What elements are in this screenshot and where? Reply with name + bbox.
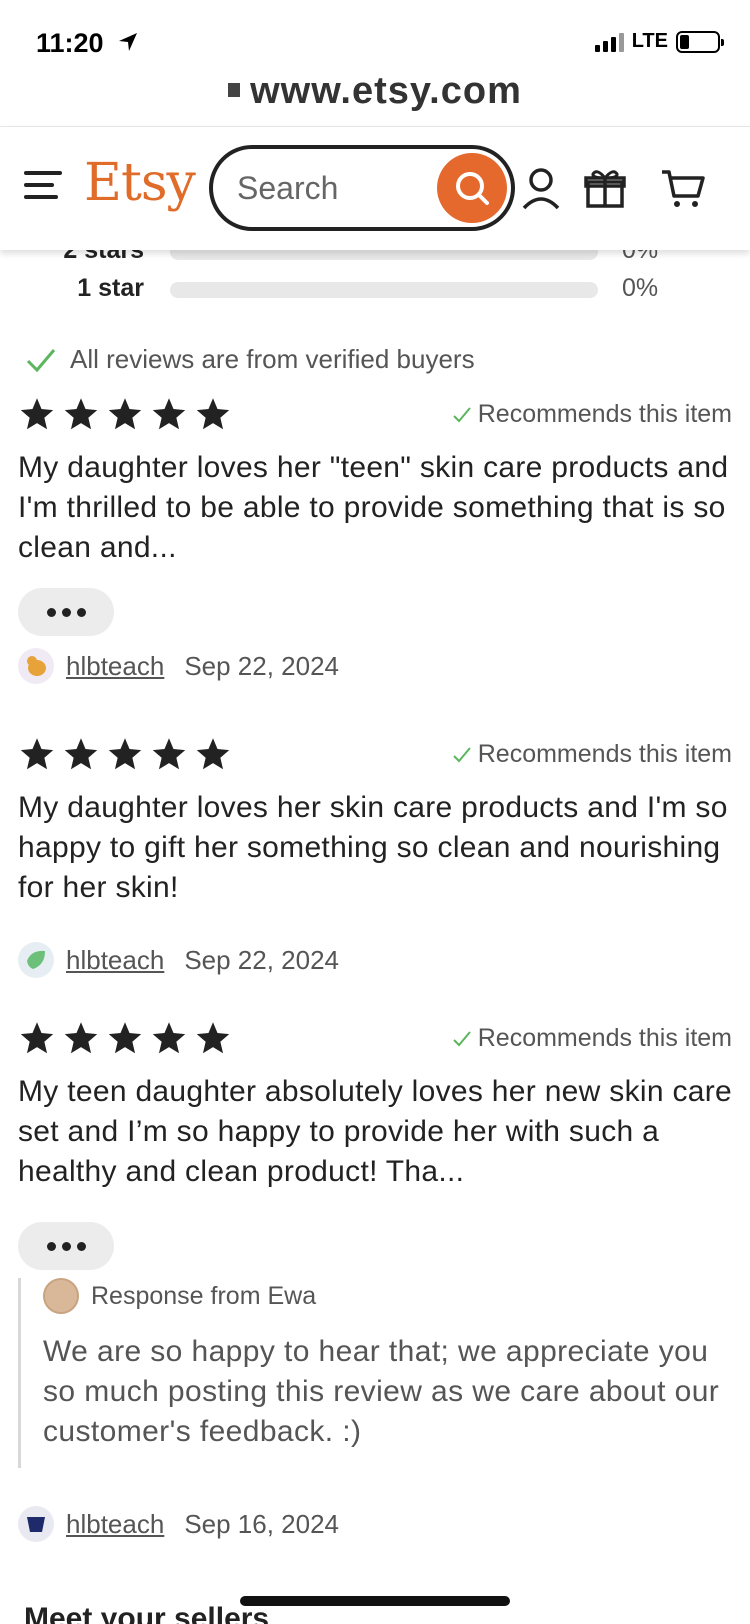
- green-leaf-avatar-icon: [18, 942, 54, 978]
- star-icon: [20, 398, 54, 430]
- section-heading: Meet your sellers: [24, 1602, 270, 1624]
- star-icon: [20, 738, 54, 770]
- home-indicator[interactable]: [240, 1596, 510, 1606]
- recommends-badge: Recommends this item: [452, 1024, 732, 1053]
- time-text: 11:20: [36, 28, 104, 58]
- rating-percent: 0%: [622, 274, 659, 302]
- url-text: www.etsy.com: [228, 70, 522, 112]
- review-date: Sep 22, 2024: [184, 944, 340, 975]
- checkmark-icon: [453, 1030, 471, 1046]
- recommends-text: Recommends this item: [477, 1024, 732, 1052]
- yellow-bird-avatar-icon: [18, 648, 54, 684]
- search-icon: [456, 172, 489, 205]
- verified-text: All reviews are from verified buyers: [70, 344, 475, 374]
- review-text: My daughter loves her "teen" skin care p…: [18, 451, 729, 564]
- star-icon: [108, 398, 142, 430]
- star-icon: [152, 738, 186, 770]
- more-button[interactable]: [18, 1222, 114, 1270]
- menu-icon[interactable]: [24, 171, 62, 201]
- star-icon: [196, 398, 230, 430]
- browser-url-bar[interactable]: www.etsy.com: [0, 70, 750, 126]
- reviewer-name-link[interactable]: hlbteach: [66, 651, 164, 682]
- star-icon: [64, 398, 98, 430]
- lock-icon: [228, 83, 241, 97]
- star-icon: [64, 738, 98, 770]
- navy-shape-avatar-icon: [18, 1506, 54, 1542]
- gift-icon: [584, 170, 626, 208]
- recommends-text: Recommends this item: [477, 400, 732, 428]
- status-time: 11:20: [36, 28, 139, 60]
- star-icon: [108, 1022, 142, 1054]
- star-icon: [108, 738, 142, 770]
- recommends-badge: Recommends this item: [452, 400, 732, 429]
- checkmark-icon: [453, 406, 471, 422]
- review-text: My teen daughter absolutely loves her ne…: [18, 1075, 733, 1188]
- star-icon: [152, 1022, 186, 1054]
- user-icon: [522, 168, 560, 210]
- location-arrow-icon: [117, 29, 139, 60]
- verified-note: All reviews are from verified buyers: [26, 344, 475, 375]
- rating-bar: [170, 282, 598, 298]
- cart-icon: [662, 170, 705, 207]
- response-text: We are so happy to hear that; we appreci…: [43, 1335, 720, 1448]
- site-header: Etsy: [0, 126, 750, 250]
- network-label: LTE: [631, 30, 668, 52]
- star-icon: [20, 1022, 54, 1054]
- star-icon: [152, 398, 186, 430]
- recommends-badge: Recommends this item: [452, 740, 732, 769]
- seller-response: Response from Ewa We are so happy to hea…: [18, 1278, 732, 1468]
- rating-label: 1 star: [77, 274, 144, 302]
- reviewer-info: hlbteach Sep 22, 2024: [18, 942, 339, 978]
- account-button[interactable]: [518, 163, 564, 213]
- review-date: Sep 22, 2024: [184, 650, 340, 681]
- search-button[interactable]: [437, 153, 507, 223]
- chevron-down-icon[interactable]: ⌄: [700, 1608, 720, 1624]
- rating-row-1-star: 1 star 0%: [0, 274, 750, 310]
- recommends-text: Recommends this item: [477, 740, 732, 768]
- star-icon: [196, 738, 230, 770]
- more-button[interactable]: [18, 588, 114, 636]
- search-bar: [209, 145, 515, 231]
- search-input[interactable]: [237, 165, 427, 211]
- seller-avatar: [43, 1278, 79, 1314]
- checkmark-icon: [453, 746, 471, 762]
- review-card: Recommends this item My daughter loves h…: [18, 736, 732, 978]
- reviewer-info: hlbteach Sep 16, 2024: [18, 1506, 339, 1542]
- reviewer-name-link[interactable]: hlbteach: [66, 945, 164, 976]
- response-from: Response from Ewa: [91, 1281, 317, 1310]
- cart-button[interactable]: [660, 163, 706, 213]
- gifts-button[interactable]: [582, 163, 628, 213]
- review-card: Recommends this item My daughter loves h…: [18, 396, 732, 684]
- star-icon: [64, 1022, 98, 1054]
- reviewer-info: hlbteach Sep 22, 2024: [18, 648, 339, 684]
- status-indicators: LTE: [594, 30, 724, 53]
- signal-icon: [594, 32, 624, 52]
- review-card: Recommends this item My teen daughter ab…: [18, 1020, 732, 1270]
- checkmark-icon: [26, 348, 56, 372]
- response-header: Response from Ewa: [43, 1278, 732, 1314]
- review-text: My daughter loves her skin care products…: [18, 791, 728, 904]
- star-icon: [196, 1022, 230, 1054]
- review-date: Sep 16, 2024: [184, 1508, 340, 1539]
- battery-icon: [676, 30, 724, 53]
- url-value: www.etsy.com: [250, 70, 522, 112]
- etsy-logo[interactable]: Etsy: [84, 153, 196, 213]
- reviewer-name-link[interactable]: hlbteach: [66, 1509, 164, 1540]
